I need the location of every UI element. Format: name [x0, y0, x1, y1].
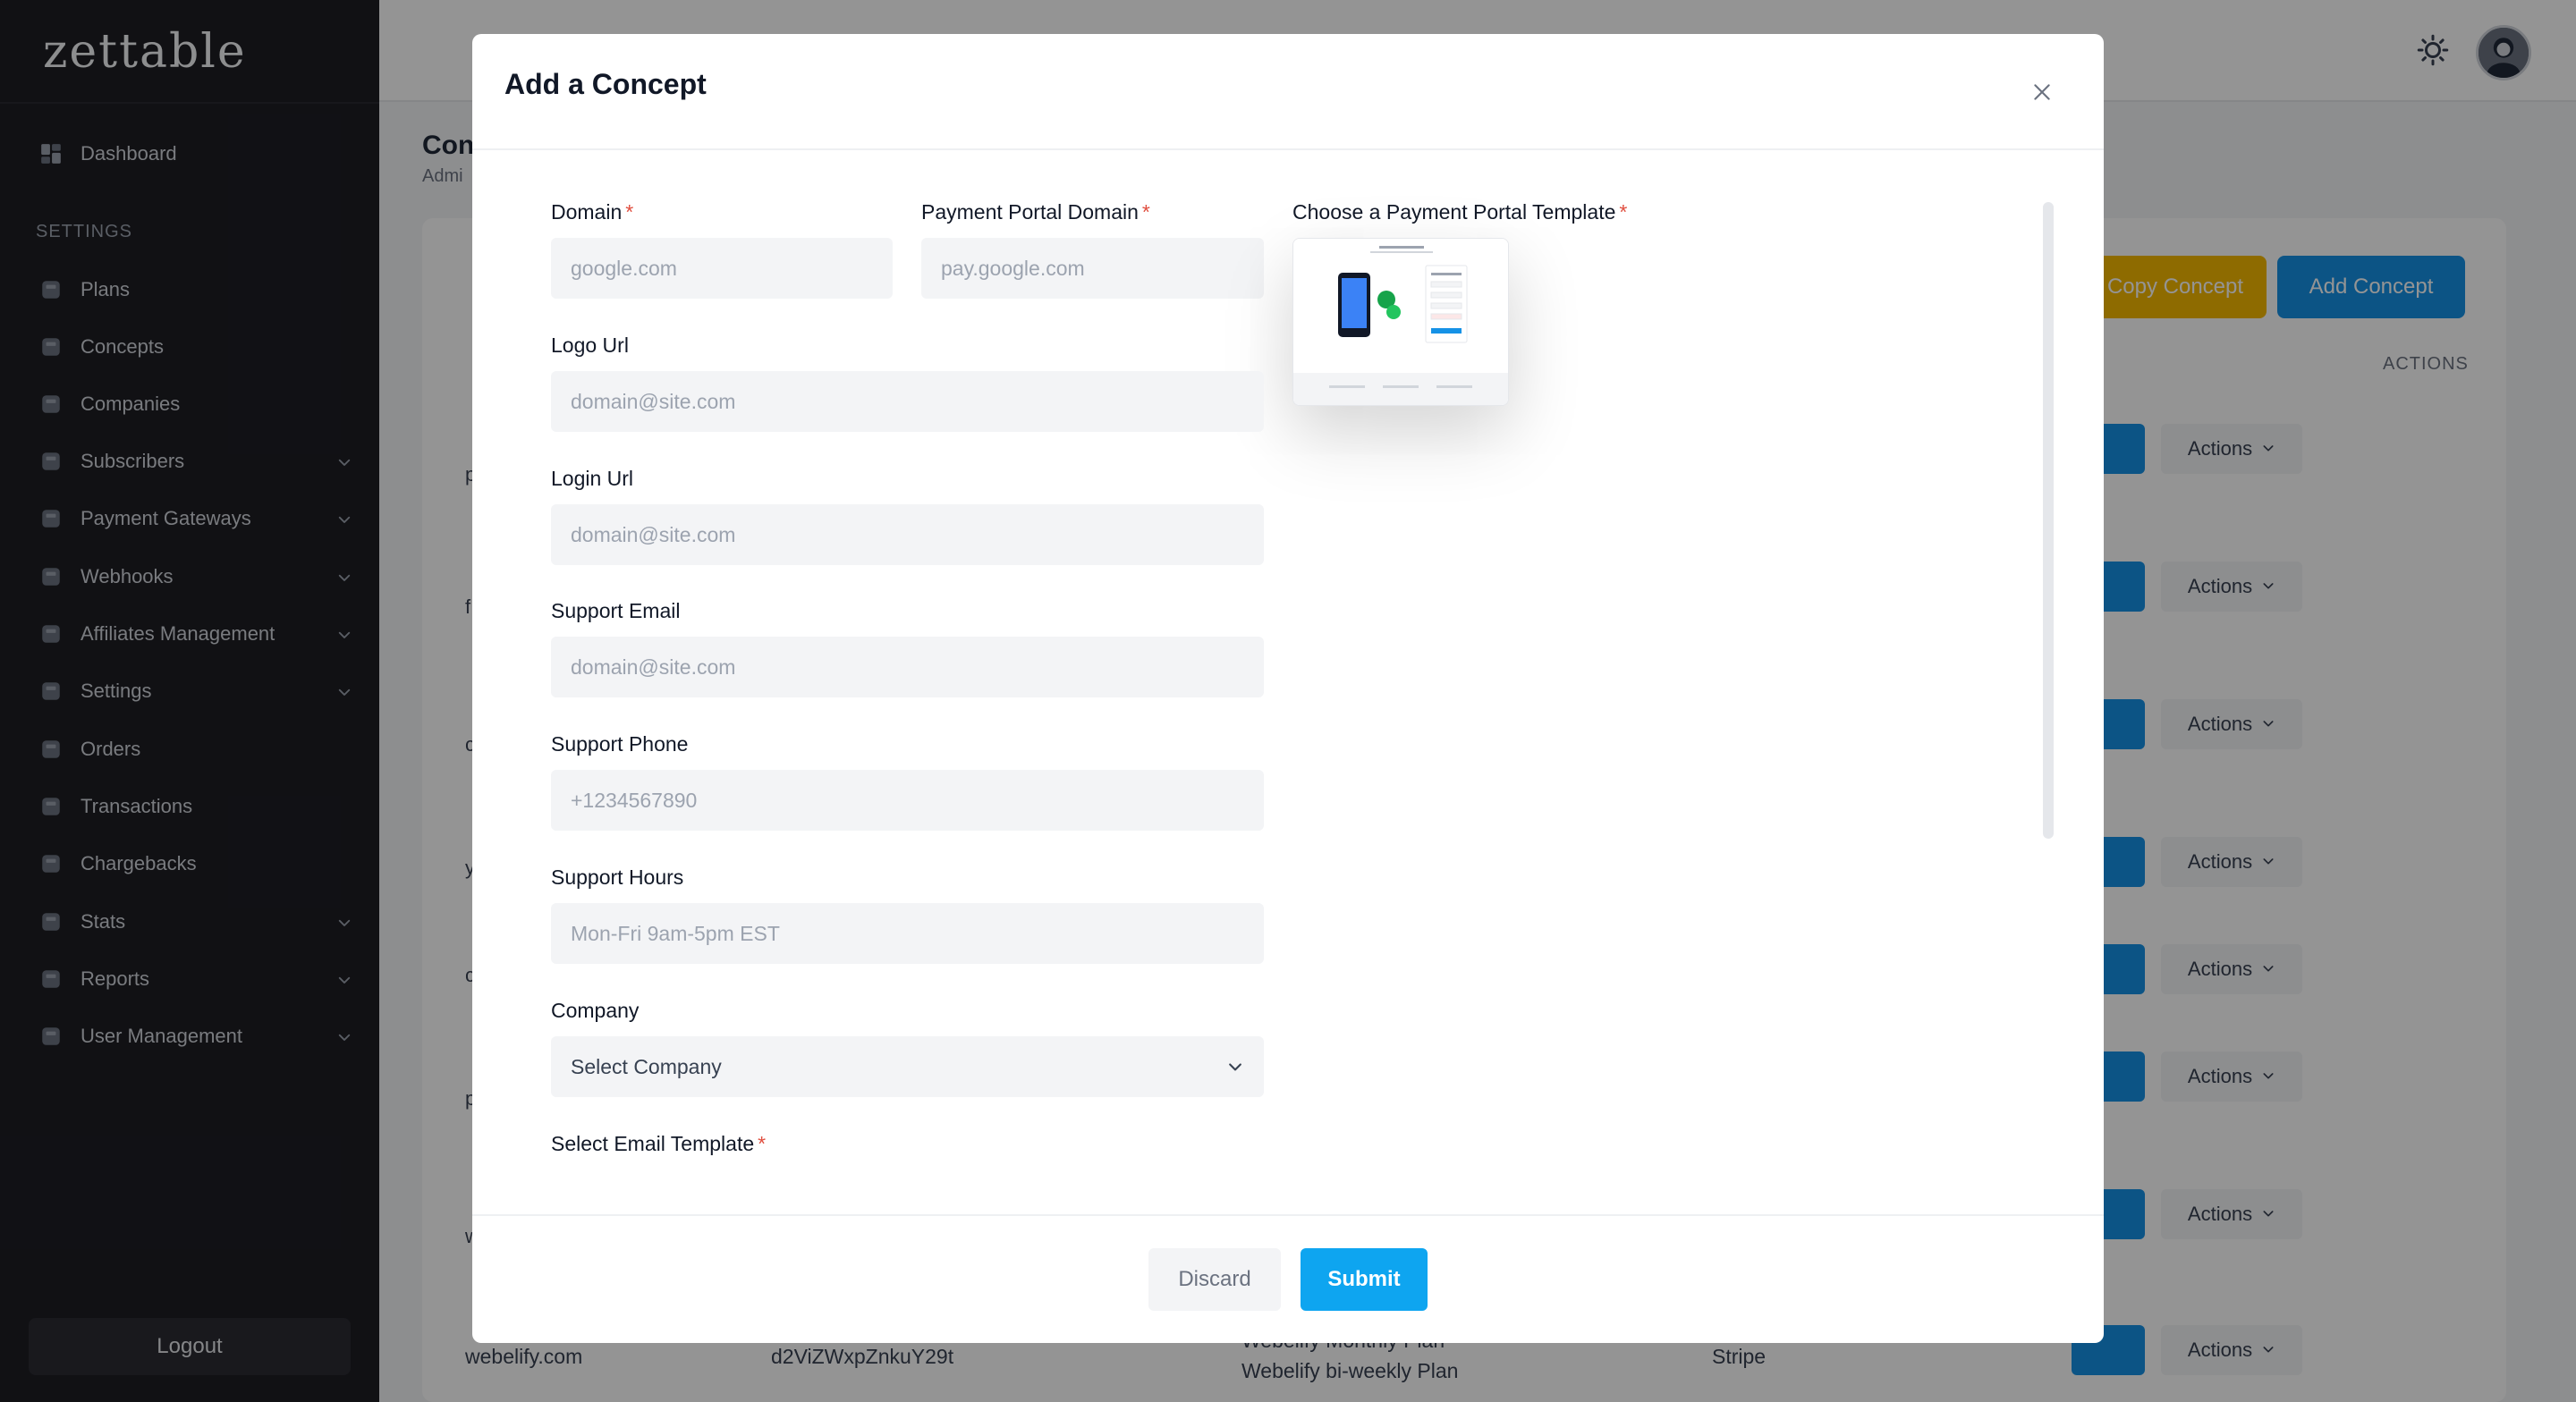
template-preview-image — [1293, 239, 1508, 405]
modal-scrollbar[interactable] — [2043, 202, 2054, 839]
domain-input[interactable] — [551, 238, 893, 299]
modal-title: Add a Concept — [504, 68, 707, 100]
template-label: Choose a Payment Portal Template * — [1292, 200, 1628, 224]
company-select[interactable]: Select Company — [551, 1036, 1264, 1097]
logo-url-input[interactable] — [551, 371, 1264, 432]
add-concept-modal: Add a Concept Domain* Payment Portal Dom… — [472, 34, 2104, 1343]
payment-portal-domain-label: Payment Portal Domain * — [921, 200, 1150, 224]
support-phone-label: Support Phone — [551, 732, 689, 756]
login-url-label: Login Url — [551, 467, 634, 490]
email-template-label: Select Email Template * — [551, 1132, 767, 1155]
support-hours-label: Support Hours — [551, 866, 684, 889]
company-label: Company — [551, 999, 640, 1022]
login-url-input[interactable] — [551, 504, 1264, 565]
chevron-down-icon — [1229, 1063, 1241, 1071]
discard-button[interactable]: Discard — [1148, 1248, 1281, 1311]
support-phone-input[interactable] — [551, 770, 1264, 831]
payment-portal-domain-input[interactable] — [921, 238, 1264, 299]
payment-portal-template-option[interactable] — [1292, 238, 1509, 406]
domain-label: Domain * — [551, 200, 634, 224]
support-email-label: Support Email — [551, 599, 681, 622]
submit-button[interactable]: Submit — [1301, 1248, 1428, 1311]
logo-url-label: Logo Url — [551, 334, 629, 357]
modal-header-divider — [472, 148, 2104, 150]
company-select-value: Select Company — [571, 1054, 722, 1078]
modal-footer-divider — [472, 1214, 2104, 1216]
support-email-input[interactable] — [551, 637, 1264, 697]
close-icon[interactable] — [2030, 80, 2054, 104]
support-hours-input[interactable] — [551, 903, 1264, 964]
